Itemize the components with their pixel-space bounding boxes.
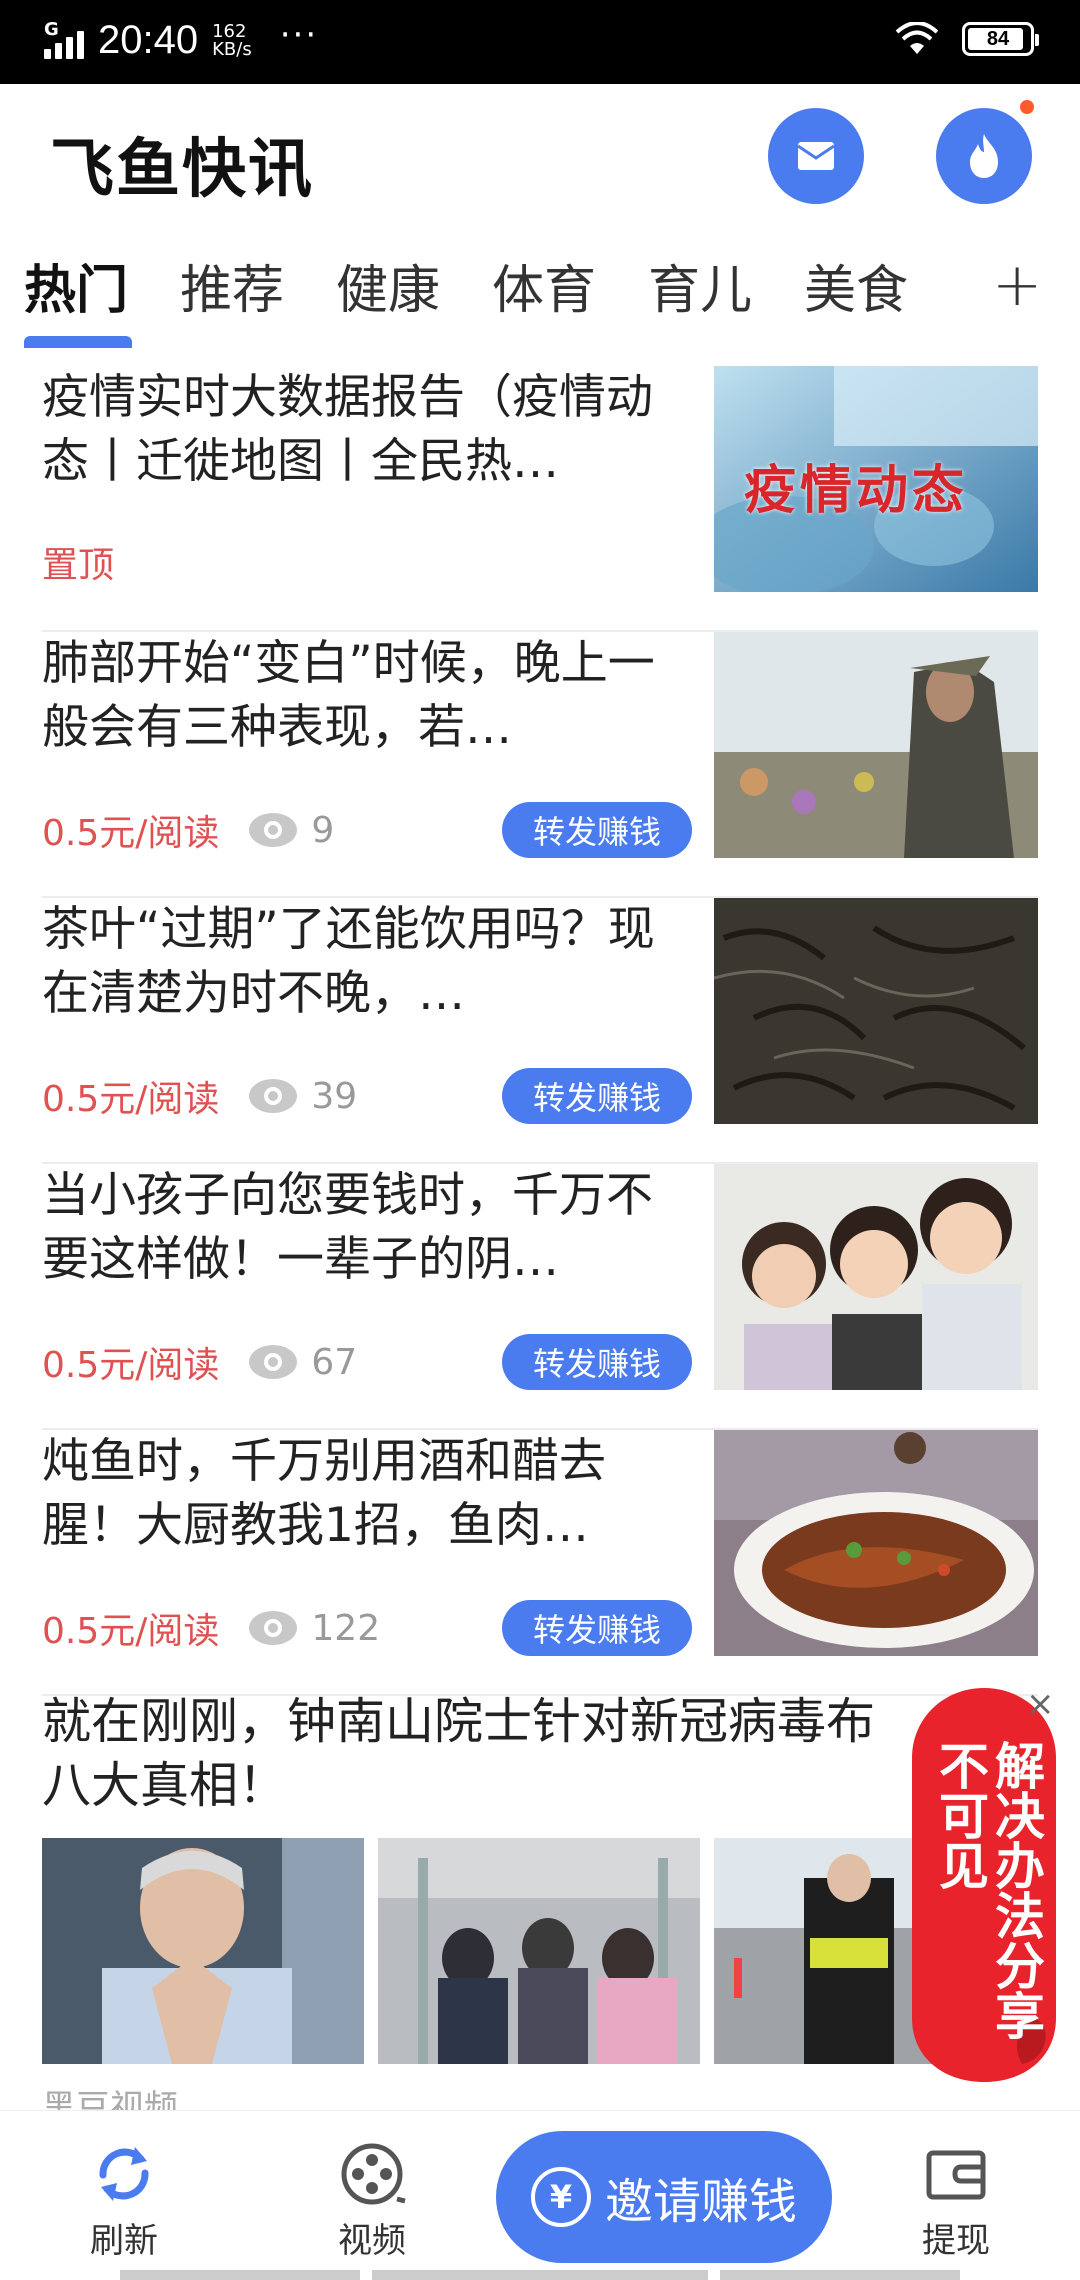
news-meta: 0.5元/阅读 9 转发赚钱 bbox=[42, 802, 692, 858]
nav-video-label: 视频 bbox=[338, 2221, 406, 2261]
more-icon: ··· bbox=[279, 14, 319, 55]
reward-text: 0.5元/阅读 bbox=[42, 1611, 220, 1652]
fire-icon bbox=[970, 134, 998, 178]
children-image bbox=[714, 1164, 1038, 1390]
news-title[interactable]: 当小孩子向您要钱时，千万不要这样做！一辈子的阴… bbox=[42, 1164, 692, 1292]
news-meta: 0.5元/阅读 67 转发赚钱 bbox=[42, 1334, 692, 1390]
gesture-bar bbox=[720, 2270, 960, 2280]
tab-recommend[interactable]: 推荐 bbox=[180, 248, 284, 323]
status-right: 84 bbox=[894, 22, 1039, 56]
nav-refresh-label: 刷新 bbox=[90, 2221, 158, 2261]
status-bar: G 20:40 162 KB/s ··· 84 bbox=[0, 0, 1080, 84]
view-count: 39 bbox=[247, 1076, 357, 1117]
active-tab-indicator bbox=[24, 336, 132, 348]
tea-leaves-image bbox=[714, 898, 1038, 1124]
wifi-icon bbox=[895, 22, 939, 54]
share-earn-button[interactable]: 转发赚钱 bbox=[502, 1068, 692, 1124]
wallet-icon bbox=[926, 2150, 986, 2200]
news-item[interactable]: 当小孩子向您要钱时，千万不要这样做！一辈子的阴… 0.5元/阅读 67 转发赚钱 bbox=[42, 1164, 1038, 1430]
app-title: 飞鱼快讯 bbox=[50, 133, 314, 207]
nav-refresh[interactable]: 刷新 bbox=[54, 2139, 194, 2262]
nav-withdraw[interactable]: 提现 bbox=[886, 2139, 1026, 2262]
view-count: 9 bbox=[247, 810, 334, 851]
notification-dot bbox=[1018, 98, 1036, 116]
tab-health[interactable]: 健康 bbox=[336, 248, 440, 323]
battery-icon: 84 bbox=[962, 22, 1039, 56]
news-item[interactable]: 肺部开始“变白”时候，晚上一般会有三种表现，若… 0.5元/阅读 9 转发赚钱 bbox=[42, 632, 1038, 898]
image-caption: 疫情动态 bbox=[744, 461, 969, 521]
reward-text: 0.5元/阅读 bbox=[42, 1345, 220, 1386]
view-count-value: 122 bbox=[311, 1607, 381, 1649]
reward-text: 0.5元/阅读 bbox=[42, 813, 220, 854]
news-thumbnail[interactable] bbox=[714, 632, 1038, 858]
signal-icon: G bbox=[44, 19, 84, 59]
network-type: G bbox=[44, 18, 59, 40]
invite-earn-button[interactable]: ¥ 邀请赚钱 bbox=[496, 2131, 832, 2263]
news-title[interactable]: 就在刚刚，钟南山院士针对新冠病毒布八大真相！ bbox=[42, 1690, 922, 1818]
view-count-value: 9 bbox=[311, 809, 335, 851]
refresh-icon bbox=[99, 2147, 149, 2201]
view-count: 122 bbox=[247, 1608, 380, 1649]
network-speed-unit: KB/s bbox=[212, 38, 252, 60]
network-speed: 162 KB/s bbox=[212, 20, 252, 60]
reward-text: 0.5元/阅读 bbox=[42, 1079, 220, 1120]
battery-level: 84 bbox=[986, 27, 1010, 50]
tab-hot[interactable]: 热门 bbox=[24, 248, 128, 323]
gesture-bar bbox=[120, 2270, 360, 2280]
tab-sports[interactable]: 体育 bbox=[492, 248, 596, 323]
news-meta: 0.5元/阅读 122 转发赚钱 bbox=[42, 1600, 692, 1656]
news-image[interactable] bbox=[42, 1838, 364, 2064]
news-item[interactable]: 茶叶“过期”了还能饮用吗？现在清楚为时不晚，… 0.5元/阅读 39 转发赚钱 bbox=[42, 898, 1038, 1164]
news-thumbnail[interactable] bbox=[714, 898, 1038, 1124]
news-meta: 0.5元/阅读 39 转发赚钱 bbox=[42, 1068, 692, 1124]
view-count: 67 bbox=[247, 1342, 357, 1383]
status-time: 20:40 bbox=[98, 18, 199, 62]
news-image[interactable] bbox=[378, 1838, 700, 2064]
category-tabs: 热门 推荐 健康 体育 育儿 美食 bbox=[0, 248, 1080, 348]
lungs-article-image bbox=[714, 632, 1038, 858]
tab-parenting[interactable]: 育儿 bbox=[648, 248, 752, 323]
mail-icon bbox=[797, 142, 835, 170]
view-count-value: 67 bbox=[311, 1341, 358, 1383]
braised-fish-image bbox=[714, 1430, 1038, 1656]
network-speed-value: 162 bbox=[212, 20, 247, 42]
news-item[interactable]: 炖鱼时，千万别用酒和醋去腥！大厨教我1招，鱼肉… 0.5元/阅读 122 转发赚… bbox=[42, 1430, 1038, 1696]
yen-icon: ¥ bbox=[530, 2167, 591, 2227]
tab-food[interactable]: 美食 bbox=[804, 248, 908, 323]
news-title[interactable]: 茶叶“过期”了还能饮用吗？现在清楚为时不晚，… bbox=[42, 898, 692, 1026]
status-left: G 20:40 162 KB/s ··· bbox=[44, 14, 319, 63]
news-thumbnail[interactable] bbox=[714, 1430, 1038, 1656]
news-title[interactable]: 疫情实时大数据报告（疫情动态丨迁徙地图丨全民热… bbox=[42, 366, 692, 494]
news-item[interactable]: 疫情实时大数据报告（疫情动态丨迁徙地图丨全民热… 置顶 疫情动态 bbox=[42, 366, 1038, 632]
share-earn-button[interactable]: 转发赚钱 bbox=[502, 1600, 692, 1656]
add-tab-button[interactable]: + bbox=[992, 250, 1042, 320]
message-button[interactable] bbox=[768, 108, 864, 204]
eye-icon bbox=[249, 1611, 298, 1645]
news-thumbnail[interactable]: 疫情动态 bbox=[714, 366, 1038, 592]
eye-icon bbox=[249, 1345, 298, 1379]
share-earn-button[interactable]: 转发赚钱 bbox=[502, 802, 692, 858]
gesture-bar bbox=[372, 2270, 708, 2280]
academician-image bbox=[42, 1838, 364, 2064]
news-title[interactable]: 炖鱼时，千万别用酒和醋去腥！大厨教我1招，鱼肉… bbox=[42, 1430, 692, 1558]
close-badge-button[interactable]: × bbox=[1026, 1684, 1055, 1724]
floating-badge-text[interactable]: 解决办法分享不可见 bbox=[922, 1740, 1045, 2040]
news-title[interactable]: 肺部开始“变白”时候，晚上一般会有三种表现，若… bbox=[42, 632, 692, 760]
share-earn-button[interactable]: 转发赚钱 bbox=[502, 1334, 692, 1390]
nav-withdraw-label: 提现 bbox=[922, 2221, 990, 2261]
view-count-value: 39 bbox=[311, 1075, 358, 1117]
pinned-label: 置顶 bbox=[42, 545, 115, 586]
subway-passengers-image bbox=[378, 1838, 700, 2064]
nav-video[interactable]: 视频 bbox=[302, 2139, 442, 2262]
invite-label: 邀请赚钱 bbox=[604, 2174, 797, 2230]
film-reel-icon bbox=[341, 2143, 406, 2205]
news-thumbnail[interactable] bbox=[714, 1164, 1038, 1390]
eye-icon bbox=[249, 1079, 298, 1113]
eye-icon bbox=[249, 813, 298, 847]
hot-button[interactable] bbox=[936, 98, 1036, 204]
bottom-navigation: 刷新 视频 ¥ 邀请赚钱 提现 bbox=[0, 2110, 1080, 2280]
